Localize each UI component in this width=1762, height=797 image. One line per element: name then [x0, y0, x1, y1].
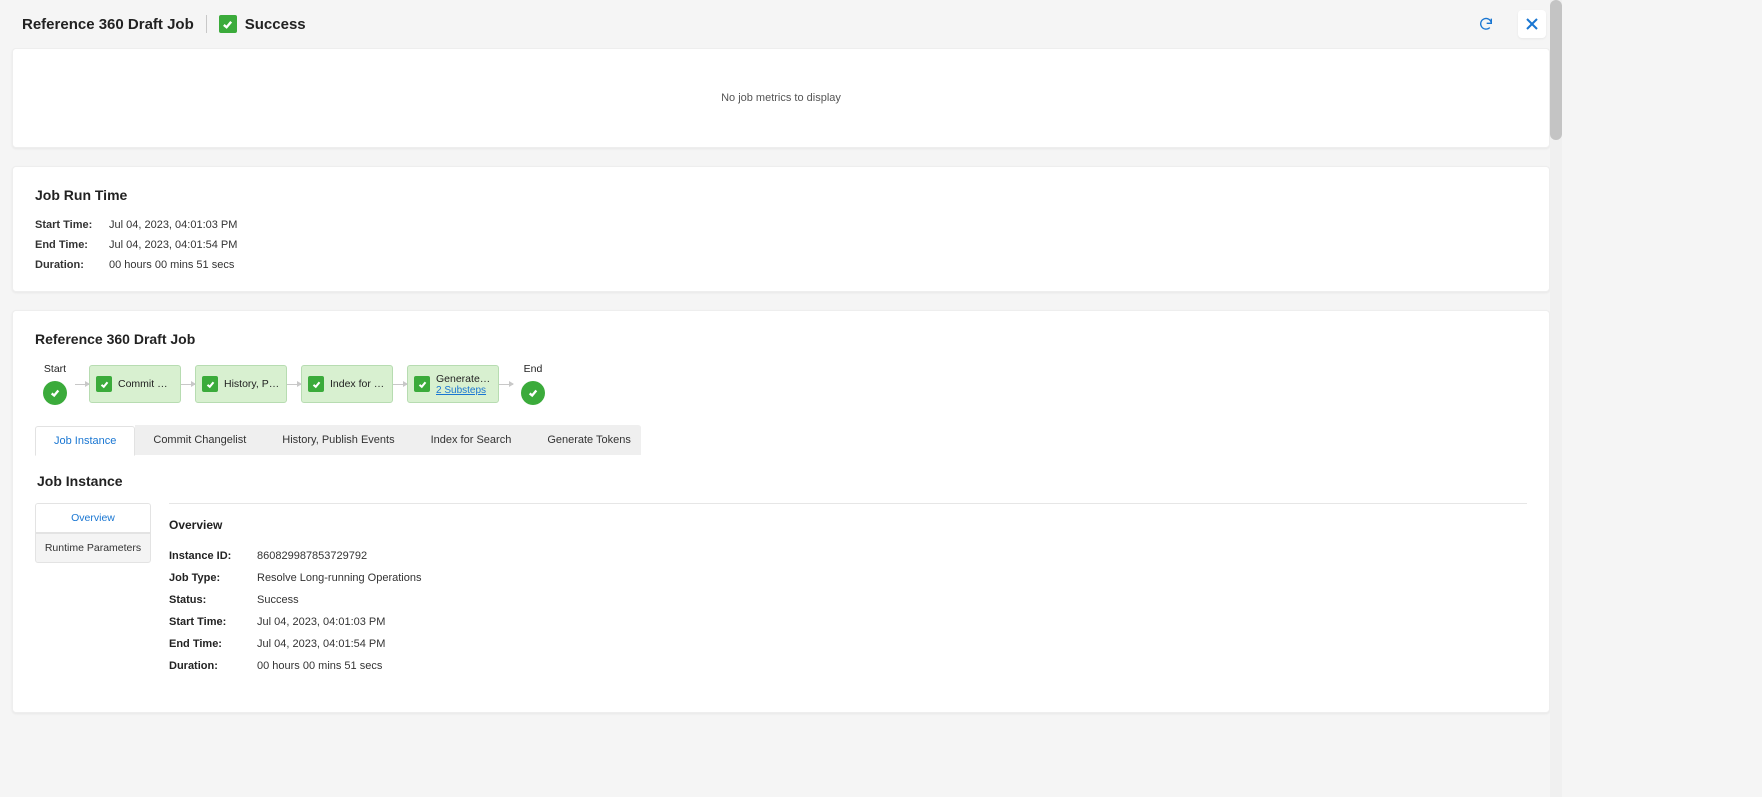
overview-label: Instance ID: — [169, 550, 241, 562]
check-icon — [96, 376, 112, 392]
workflow-end: End — [513, 363, 553, 405]
scrollbar-thumb[interactable] — [1550, 0, 1562, 140]
tab-history-publish[interactable]: History, Publish Events — [264, 425, 412, 455]
workflow-connector — [75, 384, 89, 385]
metrics-empty-text: No job metrics to display — [721, 92, 841, 104]
overview-panel: Overview Instance ID: 860829987853729792… — [169, 503, 1527, 682]
overview-label: Duration: — [169, 660, 241, 672]
workflow-start-label: Start — [44, 363, 66, 375]
workflow-connector — [393, 384, 407, 385]
workflow-connector — [499, 384, 513, 385]
scrollbar[interactable] — [1550, 0, 1562, 797]
vtab-overview[interactable]: Overview — [36, 504, 150, 533]
overview-value: Success — [257, 594, 299, 606]
metrics-card: No job metrics to display — [12, 48, 1550, 148]
overview-row: End Time: Jul 04, 2023, 04:01:54 PM — [169, 638, 1527, 650]
overview-value: Jul 04, 2023, 04:01:54 PM — [257, 638, 385, 650]
step-substeps-link[interactable]: 2 Substeps — [436, 385, 492, 396]
refresh-icon — [1478, 16, 1494, 32]
overview-title: Overview — [169, 518, 1527, 532]
runtime-row-start: Start Time: Jul 04, 2023, 04:01:03 PM — [35, 219, 1527, 231]
step-history-publish[interactable]: History, Pu… — [195, 365, 287, 403]
runtime-start-value: Jul 04, 2023, 04:01:03 PM — [109, 219, 237, 231]
runtime-title: Job Run Time — [35, 187, 1527, 203]
overview-label: Start Time: — [169, 616, 241, 628]
overview-label: End Time: — [169, 638, 241, 650]
runtime-duration-value: 00 hours 00 mins 51 secs — [109, 259, 234, 271]
workflow-title: Reference 360 Draft Job — [35, 331, 1527, 347]
workflow-steps: Start Commit Ch… History, Pu… Index for … — [35, 363, 1527, 405]
close-button[interactable] — [1518, 10, 1546, 38]
job-instance-heading: Job Instance — [37, 473, 1527, 489]
workflow-card: Reference 360 Draft Job Start Commit Ch…… — [12, 310, 1550, 713]
runtime-card: Job Run Time Start Time: Jul 04, 2023, 0… — [12, 166, 1550, 292]
tab-job-instance[interactable]: Job Instance — [35, 426, 135, 456]
job-status: Success — [219, 15, 306, 33]
tab-index-search[interactable]: Index for Search — [413, 425, 530, 455]
overview-label: Status: — [169, 594, 241, 606]
workflow-connector — [181, 384, 195, 385]
workflow-end-label: End — [524, 363, 543, 375]
refresh-button[interactable] — [1472, 10, 1500, 38]
page-title: Reference 360 Draft Job — [22, 16, 194, 33]
workflow-tabs: Job Instance Commit Changelist History, … — [35, 425, 1527, 455]
step-label: Generate T… — [436, 373, 492, 385]
step-label: History, Pu… — [224, 378, 280, 390]
overview-value: 00 hours 00 mins 51 secs — [257, 660, 382, 672]
workflow-connector — [287, 384, 301, 385]
check-icon — [521, 381, 545, 405]
tab-generate-tokens[interactable]: Generate Tokens — [529, 425, 641, 455]
overview-row: Start Time: Jul 04, 2023, 04:01:03 PM — [169, 616, 1527, 628]
page-header: Reference 360 Draft Job Success — [0, 0, 1562, 48]
overview-row: Status: Success — [169, 594, 1527, 606]
step-generate-tokens[interactable]: Generate T… 2 Substeps — [407, 365, 499, 403]
check-icon — [308, 376, 324, 392]
step-label: Index for S… — [330, 378, 386, 390]
close-icon — [1525, 17, 1539, 31]
panel-divider — [169, 503, 1527, 504]
runtime-start-label: Start Time: — [35, 219, 95, 231]
overview-row: Instance ID: 860829987853729792 — [169, 550, 1527, 562]
runtime-row-duration: Duration: 00 hours 00 mins 51 secs — [35, 259, 1527, 271]
overview-row: Job Type: Resolve Long-running Operation… — [169, 572, 1527, 584]
runtime-end-value: Jul 04, 2023, 04:01:54 PM — [109, 239, 237, 251]
job-instance-vtabs: Overview Runtime Parameters — [35, 503, 151, 563]
check-icon — [219, 15, 237, 33]
overview-label: Job Type: — [169, 572, 241, 584]
check-icon — [414, 376, 430, 392]
check-icon — [202, 376, 218, 392]
runtime-row-end: End Time: Jul 04, 2023, 04:01:54 PM — [35, 239, 1527, 251]
vtab-runtime-params[interactable]: Runtime Parameters — [36, 533, 150, 562]
overview-row: Duration: 00 hours 00 mins 51 secs — [169, 660, 1527, 672]
step-commit-changelist[interactable]: Commit Ch… — [89, 365, 181, 403]
workflow-start: Start — [35, 363, 75, 405]
job-status-label: Success — [245, 16, 306, 33]
overview-value: 860829987853729792 — [257, 550, 367, 562]
runtime-duration-label: Duration: — [35, 259, 95, 271]
overview-value: Jul 04, 2023, 04:01:03 PM — [257, 616, 385, 628]
runtime-end-label: End Time: — [35, 239, 95, 251]
check-icon — [43, 381, 67, 405]
step-index-search[interactable]: Index for S… — [301, 365, 393, 403]
tab-commit-changelist[interactable]: Commit Changelist — [135, 425, 264, 455]
header-divider — [206, 15, 207, 33]
step-label: Commit Ch… — [118, 378, 174, 390]
overview-value: Resolve Long-running Operations — [257, 572, 422, 584]
